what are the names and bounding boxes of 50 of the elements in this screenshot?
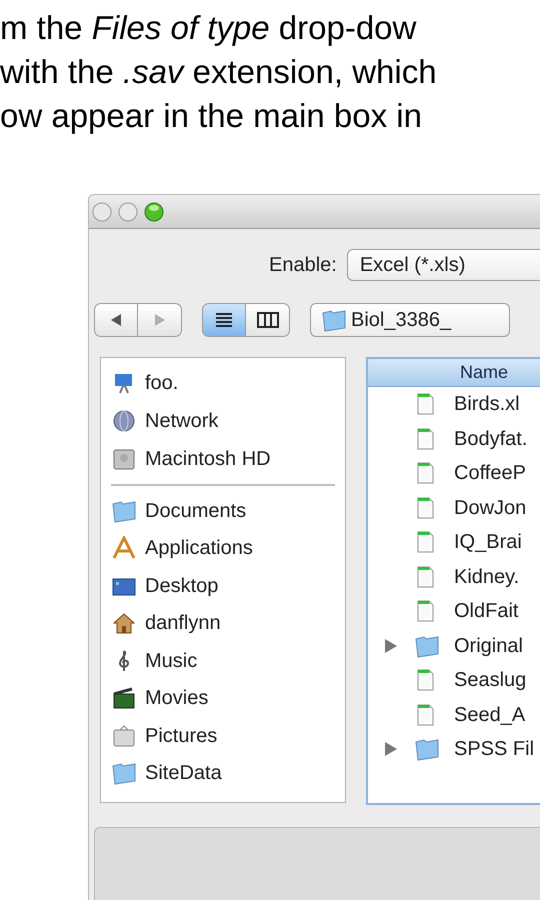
folder-icon bbox=[321, 308, 347, 332]
disclosure-triangle-icon[interactable] bbox=[384, 741, 398, 758]
minimize-button[interactable] bbox=[118, 202, 138, 222]
file-row[interactable]: Seaslug bbox=[368, 663, 540, 698]
sidebar-item[interactable]: Macintosh HD bbox=[107, 440, 339, 478]
house-icon bbox=[111, 611, 137, 636]
enable-label: Enable: bbox=[269, 253, 337, 278]
sidebar-item[interactable]: danflynn bbox=[107, 604, 339, 642]
sidebar-item[interactable]: Network bbox=[107, 402, 339, 440]
file-row[interactable]: Seed_A bbox=[368, 698, 540, 732]
file-type-dropdown[interactable]: Excel (*.xls) bbox=[346, 249, 540, 281]
left-triangle-icon bbox=[109, 313, 123, 327]
file-row[interactable]: DowJon bbox=[368, 490, 540, 525]
sidebar-item[interactable]: Pictures bbox=[107, 717, 339, 754]
file-row[interactable]: Original bbox=[368, 628, 540, 663]
back-button[interactable] bbox=[94, 303, 138, 337]
folder-icon bbox=[414, 634, 440, 658]
file-row[interactable]: Bodyfat. bbox=[368, 422, 540, 456]
right-triangle-icon bbox=[152, 313, 166, 327]
file-row[interactable]: OldFait bbox=[368, 594, 540, 628]
column-view-button[interactable] bbox=[246, 303, 290, 337]
clapperboard-icon bbox=[111, 686, 137, 710]
list-icon bbox=[214, 312, 234, 328]
file-row[interactable]: Kidney. bbox=[368, 560, 540, 594]
file-row[interactable]: CoffeeP bbox=[368, 456, 540, 490]
folder-icon bbox=[414, 737, 440, 762]
columns-icon bbox=[256, 312, 278, 328]
disclosure-triangle-icon[interactable] bbox=[384, 638, 398, 654]
zoom-button[interactable] bbox=[144, 202, 164, 222]
file-row[interactable]: Birds.xl bbox=[368, 387, 540, 422]
sidebar-item[interactable]: foo. bbox=[107, 364, 339, 402]
file-row[interactable]: IQ_Brai bbox=[368, 525, 540, 560]
sidebar-item[interactable]: Desktop bbox=[107, 567, 339, 604]
sidebar-item[interactable]: SiteData bbox=[107, 754, 339, 792]
list-view-button[interactable] bbox=[202, 303, 246, 337]
path-dropdown[interactable]: Biol_3386_ bbox=[310, 303, 510, 337]
paragraph-line: m the Files of type drop-dow bbox=[0, 8, 416, 48]
picture-frame-icon bbox=[111, 724, 137, 748]
folder-icon bbox=[111, 498, 137, 523]
sidebar-item[interactable]: Movies bbox=[107, 680, 339, 717]
name-column-header[interactable]: Name bbox=[368, 359, 540, 387]
letter-a-icon bbox=[111, 536, 137, 560]
sidebar-item[interactable]: Documents bbox=[107, 492, 339, 530]
folder-icon bbox=[111, 761, 137, 786]
globe-icon bbox=[111, 409, 137, 433]
close-button[interactable] bbox=[92, 202, 112, 222]
sidebar-item[interactable]: Applications bbox=[107, 530, 339, 567]
sidebar-item[interactable]: Music bbox=[107, 642, 339, 680]
file-row[interactable]: SPSS Fil bbox=[368, 732, 540, 766]
paragraph-line: ow appear in the main box in bbox=[0, 96, 422, 136]
